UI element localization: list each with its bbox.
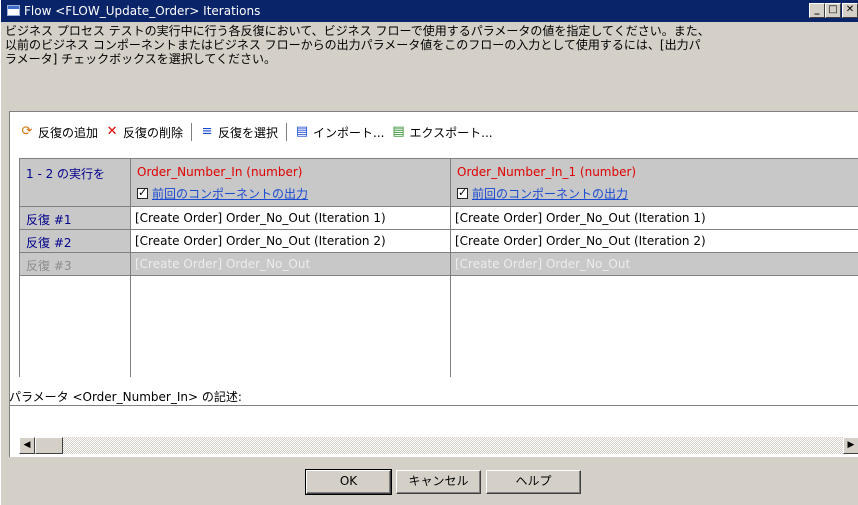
title-bar[interactable]: Flow <FLOW_Update_Order> Iterations _ □ … xyxy=(1,0,858,22)
table-cell[interactable]: [Create Order] Order_No_Out (Iteration 1… xyxy=(131,207,451,230)
checkbox-checked-icon[interactable] xyxy=(137,186,148,199)
column-divider xyxy=(450,276,451,377)
previous-output-link[interactable]: 前回のコンポーネントの出力 xyxy=(152,185,308,202)
table-cell[interactable]: [Create Order] Order_No_Out (Iteration 2… xyxy=(131,230,451,253)
column-name: Order_Number_In_1 (number) xyxy=(457,165,637,179)
previous-output-link[interactable]: 前回のコンポーネントの出力 xyxy=(472,185,628,202)
export-icon: ▤ xyxy=(392,124,405,139)
scroll-thumb[interactable] xyxy=(35,437,63,454)
select-iterations-label: 反復を選択 xyxy=(218,125,279,140)
delete-iteration-label: 反復の削除 xyxy=(123,125,184,140)
export-button[interactable]: ▤ エクスポート... xyxy=(391,124,493,141)
delete-icon: ✕ xyxy=(106,124,118,139)
export-label: エクスポート... xyxy=(409,125,493,140)
iterations-grid: 1 - 2 の実行を Order_Number_In (number) 前回のコ… xyxy=(19,158,858,377)
window-icon xyxy=(7,5,20,16)
table-cell: [Create Order] Order_No_Out xyxy=(131,253,451,276)
toolbar-separator xyxy=(191,123,194,141)
ok-button[interactable]: OK xyxy=(305,469,392,495)
window-title: Flow <FLOW_Update_Order> Iterations xyxy=(24,4,261,18)
select-iterations-button[interactable]: ≡ 反復を選択 xyxy=(199,124,278,141)
close-button[interactable]: ✕ xyxy=(842,3,858,18)
delete-iteration-button[interactable]: ✕ 反復の削除 xyxy=(104,124,183,141)
import-button[interactable]: ▤ インポート... xyxy=(294,124,385,141)
minimize-button[interactable]: _ xyxy=(809,3,825,18)
list-icon: ≡ xyxy=(201,124,213,139)
dialog-window: Flow <FLOW_Update_Order> Iterations _ □ … xyxy=(0,0,858,505)
table-cell[interactable]: [Create Order] Order_No_Out (Iteration 1… xyxy=(451,207,858,230)
table-cell[interactable]: [Create Order] Order_No_Out (Iteration 2… xyxy=(451,230,858,253)
column-header-order-number-in[interactable]: Order_Number_In (number) 前回のコンポーネントの出力 xyxy=(131,159,451,207)
table-cell: [Create Order] Order_No_Out xyxy=(451,253,858,276)
parameter-description-label: パラメータ <Order_Number_In> の記述: xyxy=(9,390,242,404)
scroll-right-icon[interactable]: ▶ xyxy=(843,437,858,454)
column-name: Order_Number_In (number) xyxy=(137,165,303,179)
maximize-button[interactable]: □ xyxy=(825,3,841,18)
horizontal-scrollbar[interactable]: ◀ ▶ xyxy=(19,437,858,454)
toolbar-separator xyxy=(286,123,289,141)
row-header[interactable]: 反復 #3 xyxy=(20,253,131,276)
add-iteration-button[interactable]: ⟳ 反復の追加 xyxy=(19,124,98,141)
dialog-description: ビジネス プロセス テストの実行中に行う各反復において、ビジネス フローで使用す… xyxy=(5,24,710,66)
add-iteration-icon: ⟳ xyxy=(21,124,33,139)
help-button[interactable]: ヘルプ xyxy=(486,470,581,494)
checkbox-checked-icon[interactable] xyxy=(457,186,468,199)
import-label: インポート... xyxy=(313,125,385,140)
scroll-left-icon[interactable]: ◀ xyxy=(19,437,35,454)
add-iteration-label: 反復の追加 xyxy=(38,125,99,140)
import-icon: ▤ xyxy=(295,124,309,139)
row-header[interactable]: 反復 #2 xyxy=(20,230,131,253)
toolbar: ⟳ 反復の追加 ✕ 反復の削除 ≡ 反復を選択 ▤ インポート... ▤ エクス… xyxy=(19,121,499,143)
column-header-order-number-in-1[interactable]: Order_Number_In_1 (number) 前回のコンポーネントの出力 xyxy=(451,159,858,207)
column-divider xyxy=(130,276,131,377)
row-header[interactable]: 反復 #1 xyxy=(20,207,131,230)
cancel-button[interactable]: キャンセル xyxy=(396,470,481,494)
previous-output-checkbox[interactable]: 前回のコンポーネントの出力 xyxy=(457,185,858,202)
grid-corner-header[interactable]: 1 - 2 の実行を xyxy=(20,159,131,207)
previous-output-checkbox[interactable]: 前回のコンポーネントの出力 xyxy=(137,185,450,202)
